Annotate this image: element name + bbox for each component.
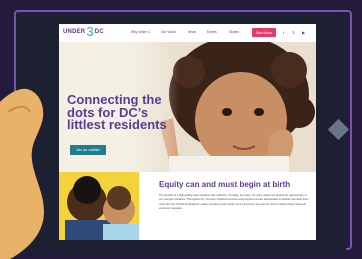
logo-text-under: UNDER — [63, 29, 86, 35]
logo-text-dc: DC — [94, 29, 104, 35]
logo-number: 3 — [86, 24, 94, 39]
hand-illustration — [0, 88, 44, 259]
equity-section: Equity can and must begin at birth The b… — [59, 172, 316, 240]
youtube-icon[interactable]: ▶ — [302, 30, 305, 35]
take-action-button[interactable]: Take Action — [252, 28, 276, 37]
nav-item-our-vision[interactable]: Our Vision — [161, 30, 176, 34]
equity-body-text: The benefits of a high-quality early edu… — [159, 194, 309, 211]
join-coalition-button[interactable]: Join our coalition — [70, 145, 106, 155]
twitter-icon[interactable]: 𝕏 — [292, 30, 295, 35]
nav-item-news[interactable]: News — [188, 30, 196, 34]
family-photo — [59, 172, 139, 240]
facebook-icon[interactable]: f — [283, 30, 284, 35]
hero-title: Connecting the dots for DC’s littlest re… — [67, 92, 167, 132]
nav-item-events[interactable]: Events — [207, 30, 217, 34]
site-header: UNDER 3 DC Why Under 3 Our Vision News E… — [59, 24, 316, 42]
equity-heading: Equity can and must begin at birth — [159, 180, 291, 189]
nav-item-stories[interactable]: Stories — [229, 30, 239, 34]
website-screenshot: UNDER 3 DC Why Under 3 Our Vision News E… — [59, 24, 316, 240]
hero-banner: Connecting the dots for DC’s littlest re… — [59, 42, 316, 172]
under3dc-logo[interactable]: UNDER 3 DC — [63, 24, 104, 39]
nav-item-why-under-3[interactable]: Why Under 3 — [131, 30, 150, 34]
